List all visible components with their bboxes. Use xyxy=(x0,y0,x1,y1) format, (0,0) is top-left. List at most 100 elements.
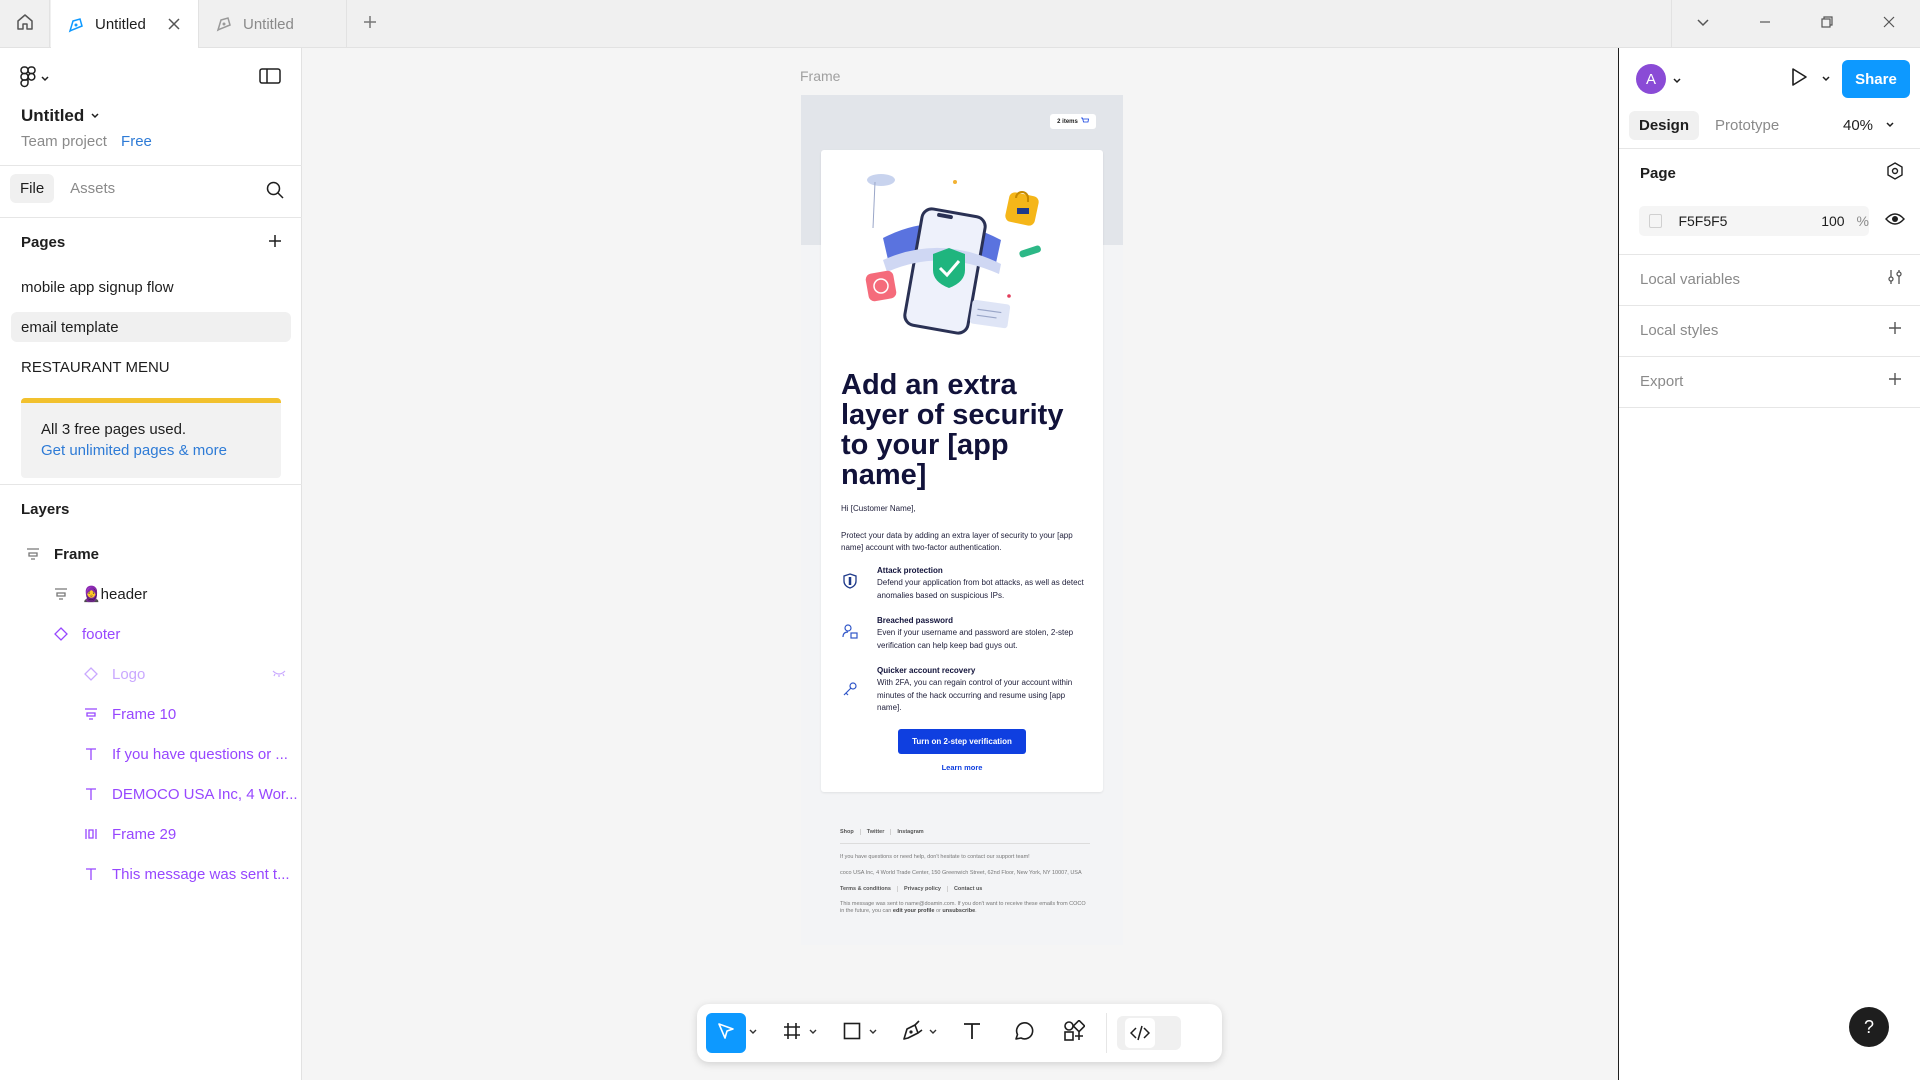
zoom-dropdown[interactable]: 40% xyxy=(1843,117,1895,134)
page-color-hex[interactable]: F5F5F5 xyxy=(1678,213,1802,229)
frame-tool-menu[interactable] xyxy=(806,1024,820,1042)
footer-link-terms[interactable]: Terms & conditions xyxy=(840,886,898,892)
search-button[interactable] xyxy=(265,180,285,200)
toolbar-divider xyxy=(1106,1013,1107,1053)
frame-tool-button[interactable] xyxy=(778,1013,806,1053)
open-variables-button[interactable] xyxy=(1885,269,1905,289)
cart-count: 2 items xyxy=(1057,118,1078,125)
unsubscribe-link[interactable]: unsubscribe xyxy=(942,908,975,914)
footer-link-twitter[interactable]: Twitter xyxy=(867,829,892,835)
chevron-down-icon xyxy=(40,71,50,89)
close-icon xyxy=(1882,15,1896,34)
tab-title: Untitled xyxy=(95,16,146,33)
design-file-icon xyxy=(215,14,235,34)
learn-more-link[interactable]: Learn more xyxy=(821,763,1103,772)
tab-design[interactable]: Design xyxy=(1629,111,1700,140)
tab-assets[interactable]: Assets xyxy=(60,174,125,203)
add-page-button[interactable] xyxy=(265,233,285,253)
eye-closed-icon[interactable] xyxy=(271,666,287,684)
layer-frame[interactable]: Frame xyxy=(24,540,99,568)
toggle-sidebar-button[interactable] xyxy=(258,66,284,88)
page-opacity[interactable]: 100 xyxy=(1803,213,1844,229)
color-swatch[interactable] xyxy=(1649,214,1663,228)
feature-desc: With 2FA, you can regain control of your… xyxy=(877,678,1073,712)
main-menu-button[interactable] xyxy=(20,66,50,93)
code-icon xyxy=(1125,1018,1155,1048)
chevron-down-icon[interactable] xyxy=(1672,73,1682,91)
layer-footer[interactable]: footer xyxy=(52,620,120,648)
pen-tool-menu[interactable] xyxy=(926,1024,940,1042)
shape-tool-menu[interactable] xyxy=(866,1024,880,1042)
help-button[interactable]: ? xyxy=(1849,1007,1889,1047)
toggle-visibility-button[interactable] xyxy=(1885,211,1905,231)
email-frame[interactable]: 2 items Add an extra layer of security t… xyxy=(801,95,1123,945)
tab-prototype[interactable]: Prototype xyxy=(1705,111,1789,140)
layer-logo[interactable]: Logo xyxy=(82,660,287,688)
text-icon xyxy=(962,1021,982,1046)
edit-profile-link[interactable]: edit your profile xyxy=(893,908,935,914)
minimize-button[interactable] xyxy=(1734,0,1796,48)
sliders-icon xyxy=(1886,268,1904,291)
footer-link-shop[interactable]: Shop xyxy=(840,829,861,835)
page-item[interactable]: mobile app signup flow xyxy=(11,272,291,302)
pen-tool-button[interactable] xyxy=(898,1013,926,1053)
close-tab-icon[interactable] xyxy=(164,14,184,34)
layer-text-address[interactable]: DEMOCO USA Inc, 4 Wor... xyxy=(82,780,298,808)
avatar[interactable]: A xyxy=(1636,64,1666,94)
search-icon xyxy=(265,181,285,204)
new-tab-button[interactable] xyxy=(358,12,382,36)
share-button[interactable]: Share xyxy=(1842,60,1910,98)
page-item-selected[interactable]: email template xyxy=(11,312,291,342)
layer-text-message[interactable]: This message was sent t... xyxy=(82,860,290,888)
rectangle-icon xyxy=(842,1021,862,1046)
layer-frame-10[interactable]: Frame 10 xyxy=(82,700,176,728)
variable-mode-button[interactable] xyxy=(1885,161,1905,183)
frame-layout-icon xyxy=(24,545,42,563)
plus-icon xyxy=(1887,320,1903,341)
footer-link-privacy[interactable]: Privacy policy xyxy=(904,886,948,892)
layer-header[interactable]: 🧕header xyxy=(52,580,147,608)
dev-mode-toggle[interactable] xyxy=(1117,1016,1181,1050)
tab-untitled-active[interactable]: Untitled xyxy=(51,0,199,49)
layers-title: Layers xyxy=(21,501,70,518)
canvas[interactable]: Frame 2 items Add an extra layer of secu… xyxy=(302,48,1618,1080)
present-button[interactable] xyxy=(1789,66,1831,93)
divider xyxy=(0,165,302,166)
layer-text-questions[interactable]: If you have questions or ... xyxy=(82,740,288,768)
chevron-down-icon[interactable] xyxy=(1821,71,1831,89)
chevron-down-icon xyxy=(1696,15,1710,34)
tab-untitled-inactive[interactable]: Untitled xyxy=(199,0,347,48)
close-window-button[interactable] xyxy=(1858,0,1920,48)
tab-file[interactable]: File xyxy=(10,174,55,203)
local-variables-title[interactable]: Local variables xyxy=(1640,271,1740,288)
plus-icon xyxy=(1887,371,1903,392)
move-tool-menu[interactable] xyxy=(746,1024,760,1042)
shape-tool-button[interactable] xyxy=(838,1013,866,1053)
divider xyxy=(1619,254,1920,255)
security-illustration xyxy=(865,174,1041,335)
add-style-button[interactable] xyxy=(1885,320,1905,340)
frame-label[interactable]: Frame xyxy=(800,68,840,84)
move-tool-button[interactable] xyxy=(706,1013,746,1053)
chevron-down-icon xyxy=(928,1024,938,1042)
text-tool-button[interactable] xyxy=(958,1013,986,1053)
tabs-dropdown-button[interactable] xyxy=(1672,0,1734,48)
page-item[interactable]: RESTAURANT MENU xyxy=(11,352,291,382)
footer-link-instagram[interactable]: Instagram xyxy=(897,829,929,835)
eye-icon xyxy=(1885,211,1905,232)
email-greeting: Hi [Customer Name], xyxy=(841,504,916,513)
add-export-button[interactable] xyxy=(1885,371,1905,391)
design-file-icon xyxy=(67,15,87,35)
home-button[interactable] xyxy=(0,0,50,48)
resources-tool-button[interactable] xyxy=(1060,1013,1088,1053)
plan-badge[interactable]: Free xyxy=(121,133,152,150)
page-color-field[interactable]: F5F5F5 100 % xyxy=(1639,206,1869,236)
file-name-button[interactable]: Untitled xyxy=(21,106,100,126)
email-footer: Shop Twitter Instagram If you have quest… xyxy=(840,829,1090,924)
upgrade-link[interactable]: Get unlimited pages & more xyxy=(41,442,261,459)
comment-tool-button[interactable] xyxy=(1010,1013,1038,1053)
footer-link-contact[interactable]: Contact us xyxy=(954,886,988,892)
layer-frame-29[interactable]: Frame 29 xyxy=(82,820,176,848)
restore-button[interactable] xyxy=(1796,0,1858,48)
enable-2fa-button[interactable]: Turn on 2-step verification xyxy=(898,729,1026,754)
